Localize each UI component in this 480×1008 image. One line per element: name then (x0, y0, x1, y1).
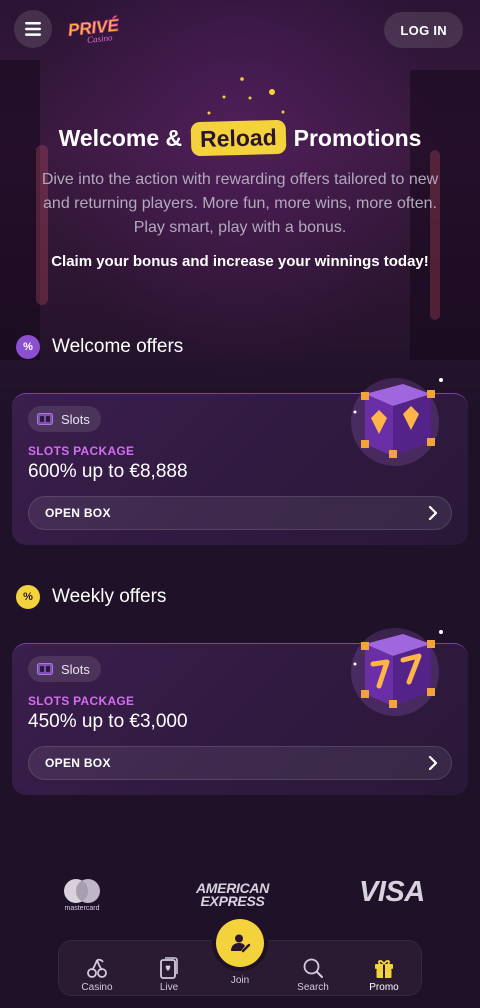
weekly-offers-header: % Weekly offers (16, 585, 166, 609)
open-box-label: OPEN BOX (45, 756, 111, 770)
open-box-button[interactable]: OPEN BOX (28, 746, 452, 780)
join-button[interactable] (216, 919, 264, 967)
mastercard-logo: mastercard (62, 878, 102, 912)
payment-methods: mastercard AMERICAN EXPRESS VISA (0, 870, 480, 920)
nav-item-live[interactable]: Live (141, 947, 197, 993)
percent-icon: % (16, 335, 40, 359)
nav-label-promo: Promo (369, 982, 399, 993)
nav-label-casino: Casino (81, 982, 113, 993)
mastercard-label: mastercard (64, 905, 100, 912)
offer-amount: 600% up to €8,888 (28, 461, 188, 482)
visa-label: VISA (359, 876, 425, 908)
playing-cards-icon (160, 957, 178, 979)
welcome-offers-header: % Welcome offers (16, 335, 183, 359)
search-icon (303, 958, 323, 978)
slot-machine-icon (37, 663, 53, 675)
category-label: Slots (61, 411, 90, 427)
slot-machine-icon (37, 413, 53, 425)
amex-logo: AMERICAN EXPRESS (196, 881, 269, 909)
package-label: SLOTS PACKAGE (28, 444, 135, 458)
package-label: SLOTS PACKAGE (28, 694, 135, 708)
open-box-button[interactable]: OPEN BOX (28, 496, 452, 530)
mastercard-icon (64, 879, 100, 903)
percent-icon: % (16, 585, 40, 609)
hero-title-start: Welcome & (58, 125, 183, 151)
nav-label-join: Join (230, 975, 250, 986)
chevron-right-icon (428, 755, 438, 771)
sevens-mystery-box-icon (351, 628, 443, 716)
category-chip[interactable]: Slots (28, 406, 101, 432)
diamond-mystery-box-icon (351, 378, 443, 466)
hero-title: Welcome & Reload Promotions (0, 118, 480, 158)
nav-item-search[interactable]: Search (285, 947, 341, 993)
nav-item-promo[interactable]: Promo (356, 947, 412, 993)
chevron-right-icon (428, 505, 438, 521)
nav-label-search: Search (297, 982, 329, 993)
gift-icon (375, 960, 393, 978)
hero-title-end: Promotions (293, 125, 422, 151)
hero-description: Dive into the action with rewarding offe… (41, 171, 439, 236)
amex-line2: EXPRESS (200, 893, 265, 909)
welcome-offers-title: Welcome offers (52, 336, 184, 357)
visa-logo: VISA (359, 876, 425, 909)
hero-claim: Claim your bonus and increase your winni… (51, 253, 429, 270)
offer-amount: 450% up to €3,000 (28, 711, 188, 732)
category-chip[interactable]: Slots (28, 656, 101, 682)
weekly-offers-title: Weekly offers (52, 586, 167, 607)
category-label: Slots (61, 661, 90, 677)
nav-item-casino[interactable]: Casino (69, 947, 125, 993)
cherries-icon (87, 958, 107, 978)
add-user-icon (231, 934, 251, 953)
nav-label-live: Live (159, 982, 179, 993)
open-box-label: OPEN BOX (45, 506, 111, 520)
hero-title-highlight: Reload (190, 119, 286, 157)
